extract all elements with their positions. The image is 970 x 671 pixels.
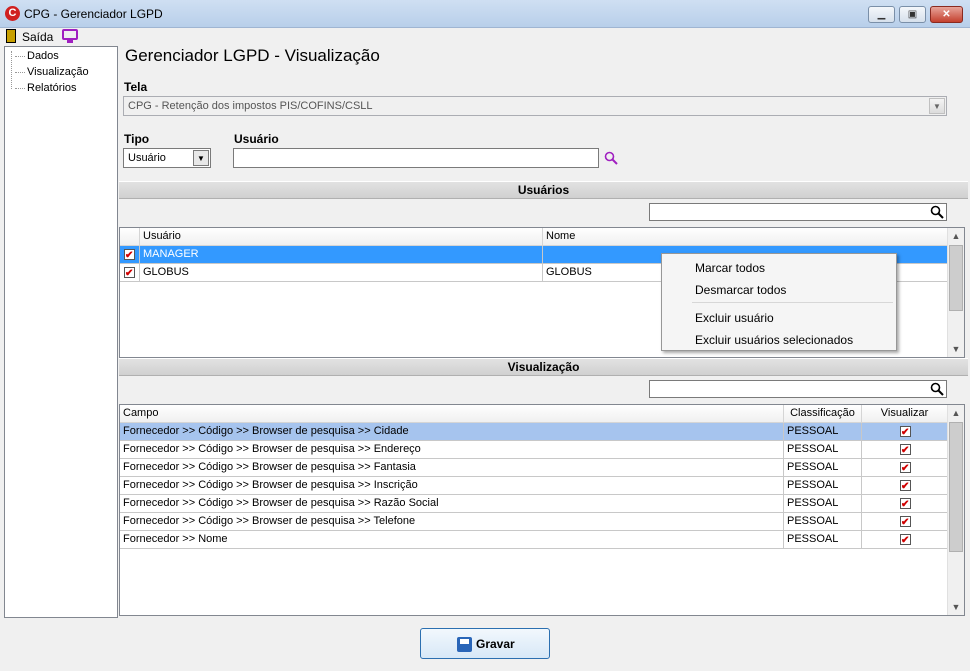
table-cell-usuario[interactable]: MANAGER — [140, 246, 543, 264]
visualizar-checkbox[interactable] — [900, 442, 911, 458]
table-cell-campo[interactable]: Fornecedor >> Código >> Browser de pesqu… — [120, 459, 784, 477]
monitor-icon[interactable] — [62, 29, 78, 40]
tela-select-value: CPG - Retenção dos impostos PIS/COFINS/C… — [128, 100, 373, 112]
table-cell-campo[interactable]: Fornecedor >> Código >> Browser de pesqu… — [120, 423, 784, 441]
visualizar-checkbox[interactable] — [900, 532, 911, 548]
search-icon[interactable] — [604, 151, 618, 165]
tree-item-relatorios[interactable]: Relatórios — [13, 82, 77, 94]
view-col-campo[interactable]: Campo — [120, 405, 784, 423]
monitor-stand — [67, 40, 73, 43]
table-cell-campo[interactable]: Fornecedor >> Código >> Browser de pesqu… — [120, 477, 784, 495]
table-cell-campo[interactable]: Fornecedor >> Código >> Browser de pesqu… — [120, 495, 784, 513]
tree-connector — [11, 51, 12, 89]
tipo-select[interactable]: Usuário ▼ — [123, 148, 211, 168]
table-cell-campo[interactable]: Fornecedor >> Código >> Browser de pesqu… — [120, 441, 784, 459]
chevron-down-icon[interactable]: ▼ — [193, 150, 209, 166]
table-cell-visualizar — [862, 459, 948, 477]
view-col-classificacao[interactable]: Classificação — [784, 405, 862, 423]
menu-item-marcar-todos[interactable]: Marcar todos — [695, 261, 765, 275]
users-col-usuario[interactable]: Usuário — [140, 228, 543, 246]
scroll-up-icon[interactable]: ▲ — [948, 405, 964, 421]
visualizar-checkbox[interactable] — [900, 496, 911, 512]
table-cell-visualizar — [862, 423, 948, 441]
table-row-checkbox-cell — [120, 264, 140, 282]
close-button[interactable]: ✕ — [930, 6, 963, 23]
table-cell-visualizar — [862, 495, 948, 513]
menu-item-excluir-usuario[interactable]: Excluir usuário — [695, 311, 774, 325]
search-icon[interactable] — [930, 205, 944, 219]
users-section-header: Usuários — [119, 181, 968, 199]
visualizar-checkbox[interactable] — [900, 478, 911, 494]
save-button-label: Gravar — [476, 637, 515, 651]
table-cell-classificacao[interactable]: PESSOAL — [784, 531, 862, 549]
tipo-select-value: Usuário — [128, 152, 166, 164]
save-button[interactable]: Gravar — [420, 628, 550, 659]
scrollbar-thumb[interactable] — [949, 422, 963, 552]
row-checkbox[interactable] — [124, 265, 135, 281]
view-grid-scrollbar[interactable]: ▲ ▼ — [947, 405, 964, 615]
visualizar-checkbox[interactable] — [900, 514, 911, 530]
table-cell-classificacao[interactable]: PESSOAL — [784, 477, 862, 495]
table-cell-classificacao[interactable]: PESSOAL — [784, 513, 862, 531]
table-cell-usuario[interactable]: GLOBUS — [140, 264, 543, 282]
users-grid-check-header — [120, 228, 140, 246]
table-cell-classificacao[interactable]: PESSOAL — [784, 441, 862, 459]
table-cell-visualizar — [862, 513, 948, 531]
table-cell-classificacao[interactable]: PESSOAL — [784, 423, 862, 441]
table-cell-visualizar — [862, 531, 948, 549]
menu-item-excluir-selecionados[interactable]: Excluir usuários selecionados — [695, 333, 853, 347]
save-disk-icon — [457, 637, 472, 652]
table-cell-classificacao[interactable]: PESSOAL — [784, 459, 862, 477]
table-cell-visualizar — [862, 441, 948, 459]
exit-menu-item[interactable]: Saída — [22, 30, 53, 44]
view-col-visualizar[interactable]: Visualizar — [862, 405, 948, 423]
exit-door-icon[interactable] — [6, 29, 16, 43]
visualizar-checkbox[interactable] — [900, 460, 911, 476]
navigation-tree: Dados Visualização Relatórios — [4, 46, 118, 618]
scrollbar-thumb[interactable] — [949, 245, 963, 311]
table-cell-campo[interactable]: Fornecedor >> Código >> Browser de pesqu… — [120, 513, 784, 531]
table-cell-visualizar — [862, 477, 948, 495]
menu-separator — [692, 302, 893, 303]
app-logo-icon: C — [5, 6, 20, 21]
scroll-down-icon[interactable]: ▼ — [948, 599, 964, 615]
table-cell-campo[interactable]: Fornecedor >> Nome — [120, 531, 784, 549]
chevron-down-icon[interactable]: ▼ — [929, 98, 945, 114]
row-checkbox[interactable] — [124, 247, 135, 263]
page-title: Gerenciador LGPD - Visualização — [125, 46, 380, 65]
view-section-header: Visualização — [119, 358, 968, 376]
table-row-checkbox-cell — [120, 246, 140, 264]
tela-label: Tela — [124, 80, 148, 94]
users-grid-scrollbar[interactable]: ▲ ▼ — [947, 228, 964, 357]
minimize-button[interactable]: ▁ — [868, 6, 895, 23]
context-menu: Marcar todos Desmarcar todos Excluir usu… — [661, 253, 897, 351]
menu-bar — [0, 28, 970, 45]
menu-item-desmarcar-todos[interactable]: Desmarcar todos — [695, 283, 786, 297]
scroll-up-icon[interactable]: ▲ — [948, 228, 964, 244]
restore-button[interactable]: ▣ — [899, 6, 926, 23]
tipo-label: Tipo — [124, 132, 150, 146]
window-title: CPG - Gerenciador LGPD — [24, 7, 163, 21]
tree-item-visualizacao[interactable]: Visualização — [13, 66, 89, 78]
view-search-input[interactable] — [649, 380, 947, 398]
tree-item-dados[interactable]: Dados — [13, 50, 59, 62]
scroll-down-icon[interactable]: ▼ — [948, 341, 964, 357]
users-col-nome[interactable]: Nome — [543, 228, 948, 246]
usuario-label: Usuário — [234, 132, 279, 146]
view-grid: Campo Classificação Visualizar Fornecedo… — [119, 404, 965, 616]
table-cell-classificacao[interactable]: PESSOAL — [784, 495, 862, 513]
tela-select[interactable]: CPG - Retenção dos impostos PIS/COFINS/C… — [123, 96, 947, 116]
usuario-input[interactable] — [233, 148, 599, 168]
search-icon[interactable] — [930, 382, 944, 396]
visualizar-checkbox[interactable] — [900, 424, 911, 440]
users-search-input[interactable] — [649, 203, 947, 221]
